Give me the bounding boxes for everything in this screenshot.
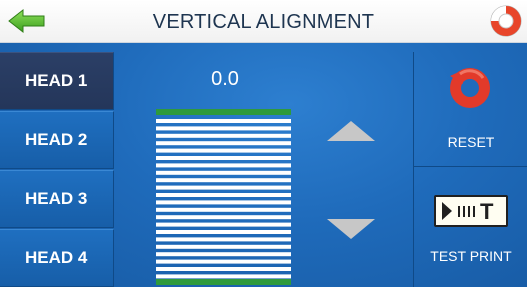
- pattern-stripe: [156, 274, 291, 279]
- pattern-stripe: [156, 141, 291, 146]
- alignment-value: 0.0: [211, 68, 239, 90]
- head-3-label: HEAD 3: [25, 189, 88, 208]
- head-4-label: HEAD 4: [25, 248, 88, 267]
- reset-label: RESET: [447, 134, 495, 150]
- test-print-icon-letter: T: [480, 199, 494, 224]
- reset-icon: [450, 68, 490, 108]
- test-print-icon: T: [434, 195, 508, 227]
- pattern-stripe: [156, 207, 291, 212]
- actions-panel: RESET T TEST PRINT: [413, 52, 527, 287]
- pattern-stripe: [156, 237, 291, 242]
- pattern-bottom-edge: [156, 279, 291, 285]
- pattern-stripe: [156, 230, 291, 234]
- pattern-stripe: [156, 170, 291, 175]
- head-2-label: HEAD 2: [25, 130, 88, 149]
- pattern-top-edge: [156, 109, 291, 115]
- test-print-button[interactable]: T TEST PRINT: [414, 168, 527, 287]
- pattern-stripe: [156, 193, 291, 197]
- pattern-stripe: [156, 252, 291, 257]
- move-down-button[interactable]: [327, 219, 375, 239]
- pattern-stripe: [156, 259, 291, 264]
- test-print-label: TEST PRINT: [430, 248, 512, 264]
- main-panel: HEAD 1 HEAD 2 HEAD 3 HEAD 4 0.0 RESET T …: [0, 43, 527, 287]
- pattern-stripe: [156, 244, 291, 249]
- pattern-stripe: [156, 119, 291, 123]
- pattern-stripe: [156, 163, 291, 168]
- pattern-stripe: [156, 185, 291, 190]
- head-2-button[interactable]: HEAD 2: [0, 111, 114, 169]
- pattern-stripe: [156, 215, 291, 220]
- lifebuoy-help-icon: [490, 5, 522, 37]
- pattern-stripe: [156, 133, 291, 138]
- pattern-stripe: [156, 156, 291, 160]
- pattern-stripe: [156, 267, 291, 271]
- page-title: VERTICAL ALIGNMENT: [152, 11, 375, 33]
- head-1-button[interactable]: HEAD 1: [0, 52, 114, 110]
- move-up-button[interactable]: [327, 121, 375, 141]
- reset-button[interactable]: RESET: [414, 52, 527, 167]
- alignment-pattern: [156, 109, 291, 285]
- head-1-label: HEAD 1: [25, 71, 88, 90]
- pattern-stripe: [156, 126, 291, 131]
- head-4-button[interactable]: HEAD 4: [0, 229, 114, 287]
- pattern-stripe: [156, 178, 291, 183]
- pattern-stripe: [156, 148, 291, 153]
- help-button[interactable]: [489, 4, 523, 38]
- pattern-stripe: [156, 200, 291, 205]
- pattern-stripe: [156, 222, 291, 227]
- title-bar: VERTICAL ALIGNMENT: [0, 0, 527, 43]
- head-3-button[interactable]: HEAD 3: [0, 170, 114, 228]
- test-print-icon-graphic: T: [442, 199, 494, 224]
- pattern-stripes: [156, 119, 291, 279]
